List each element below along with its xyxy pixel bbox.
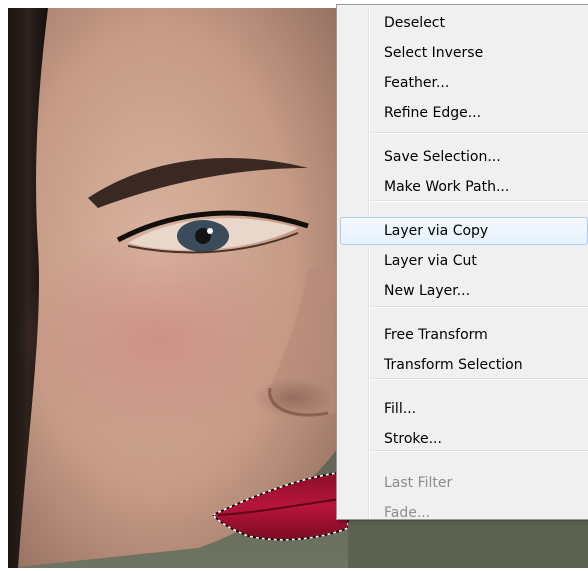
- menu-item-fade: Fade...: [384, 505, 431, 521]
- menu-item-deselect[interactable]: Deselect: [340, 9, 588, 37]
- screenshot-stage: Deselect Select Inverse Feather... Refine E…: [0, 0, 588, 571]
- menu-item-last-filter: Last Filter: [384, 475, 453, 491]
- menu-separator: [370, 306, 588, 308]
- menu-item-refine-edge[interactable]: Refine Edge...: [340, 99, 588, 127]
- menu-separator: [370, 450, 588, 452]
- menu-item-save-selection[interactable]: Save Selection...: [340, 143, 588, 171]
- menu-item-new-layer[interactable]: New Layer...: [340, 277, 588, 305]
- menu-item-free-transform[interactable]: Free Transform: [340, 321, 588, 349]
- menu-item-select-inverse[interactable]: Select Inverse: [340, 39, 588, 67]
- menu-separator: [370, 132, 588, 134]
- menu-separator: [370, 378, 588, 380]
- menu-item-transform-selection[interactable]: Transform Selection: [340, 351, 588, 379]
- menu-item-layer-via-copy[interactable]: Layer via Copy: [340, 217, 588, 245]
- menu-item-stroke[interactable]: Stroke...: [340, 425, 588, 453]
- menu-item-make-work-path[interactable]: Make Work Path...: [340, 173, 588, 201]
- menu-item-feather[interactable]: Feather...: [340, 69, 588, 97]
- menu-separator: [370, 200, 588, 202]
- context-menu: Deselect Select Inverse Feather... Refine E…: [336, 4, 588, 521]
- menu-item-fill[interactable]: Fill...: [340, 395, 588, 423]
- menu-item-layer-via-cut[interactable]: Layer via Cut: [340, 247, 588, 275]
